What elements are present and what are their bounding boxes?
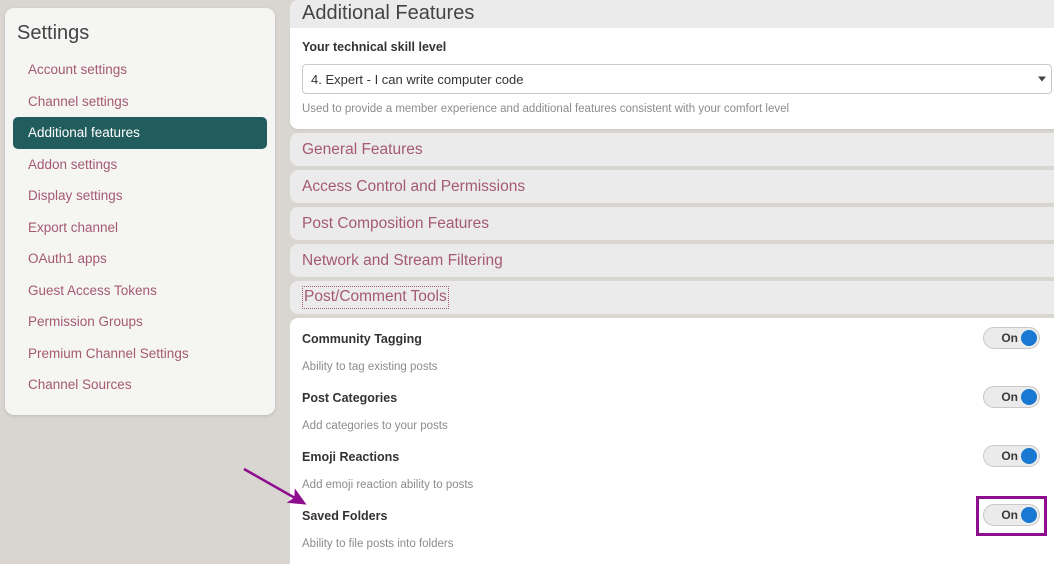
sidebar-item-channel-settings[interactable]: Channel settings [13,86,267,118]
sidebar-item-label: OAuth1 apps [28,251,107,267]
feature-name: Emoji Reactions [302,450,400,464]
feature-toggle-switch[interactable]: On [983,327,1040,349]
sidebar-item-label: Additional features [28,125,140,141]
sidebar-item-display-settings[interactable]: Display settings [13,180,267,212]
section-bar-post-comment-tools[interactable]: Post/Comment Tools [290,281,1054,314]
sidebar-item-permission-groups[interactable]: Permission Groups [13,306,267,338]
section-bar-label: Post/Comment Tools [302,286,449,309]
feature-row: Emoji Reactions Add emoji reaction abilit… [302,445,1052,505]
section-bar-general-features[interactable]: General Features [290,133,1054,166]
sidebar-item-label: Premium Channel Settings [28,345,189,361]
sidebar-item-label: Channel settings [28,93,129,109]
sidebar-item-label: Channel Sources [28,377,132,393]
feature-name: Post Categories [302,391,398,405]
sidebar-item-label: Permission Groups [28,314,143,330]
sidebar-item-premium-channel-settings[interactable]: Premium Channel Settings [13,338,267,370]
toggle-knob-icon [1021,330,1037,346]
toggle-knob-icon [1021,448,1037,464]
feature-row: Post Categories Add categories to your po… [302,386,1052,446]
feature-description: Ability to tag existing posts [302,361,438,373]
sidebar-item-label: Guest Access Tokens [28,282,157,298]
section-bar-post-composition-features[interactable]: Post Composition Features [290,207,1054,240]
feature-toggle-switch[interactable]: On [983,504,1040,526]
sidebar-item-label: Export channel [28,219,119,235]
sidebar-item-guest-access-tokens[interactable]: Guest Access Tokens [13,275,267,307]
feature-description: Add categories to your posts [302,420,448,432]
toggle-state-label: On [1001,390,1018,404]
section-bar-label: General Features [302,140,423,158]
sidebar-item-label: Account settings [28,62,128,77]
page-title: Additional Features [302,2,475,24]
sidebar-item-addon-settings[interactable]: Addon settings [13,149,267,181]
toggle-state-label: On [1001,508,1018,522]
feature-toggle-switch[interactable]: On [983,445,1040,467]
feature-section-accordion: General Features Access Control and Permi… [290,133,1054,314]
sidebar-item-label: Display settings [28,188,123,204]
skill-level-select-wrapper: 1. Beginner - I am not very comfortable … [302,64,1052,94]
sidebar-item-oauth1-apps[interactable]: OAuth1 apps [13,243,267,275]
sidebar-item-export-channel[interactable]: Export channel [13,212,267,244]
sidebar-item-label: Addon settings [28,156,118,172]
toggle-state-label: On [1001,331,1018,345]
feature-toggle-list: Community Tagging Ability to tag existing… [290,318,1054,564]
skill-level-label: Your technical skill level [302,40,447,54]
sidebar-item-account-settings[interactable]: Account settings [13,54,267,86]
section-bar-access-control-and-permissions[interactable]: Access Control and Permissions [290,170,1054,203]
sidebar-item-list: Account settings Channel settings Addition… [5,54,275,401]
sidebar-item-channel-sources[interactable]: Channel Sources [13,369,267,401]
feature-toggle-switch[interactable]: On [983,386,1040,408]
sidebar-item-additional-features[interactable]: Additional features [13,117,267,149]
skill-level-help-text: Used to provide a member experience and … [302,103,790,115]
feature-description: Ability to file posts into folders [302,538,454,550]
section-bar-label: Post Composition Features [302,214,489,232]
section-bar-label: Access Control and Permissions [302,177,526,195]
toggle-knob-icon [1021,507,1037,523]
feature-row: Community Tagging Ability to tag existing… [302,327,1052,387]
section-bar-label: Network and Stream Filtering [302,251,503,269]
main-content: Additional Features Your technical skill… [290,0,1054,564]
toggle-knob-icon [1021,389,1037,405]
settings-sidebar: Settings Account settings Channel setting… [5,8,275,415]
feature-name: Community Tagging [302,332,422,346]
feature-row: Saved Folders Ability to file posts into … [302,496,1052,564]
sidebar-title: Settings [17,22,90,44]
page-header: Additional Features [290,0,1054,28]
section-bar-network-and-stream-filtering[interactable]: Network and Stream Filtering [290,244,1054,277]
toggle-state-label: On [1001,449,1018,463]
skill-level-card: Your technical skill level 1. Beginner -… [290,28,1054,129]
feature-description: Add emoji reaction ability to posts [302,479,474,491]
feature-name: Saved Folders [302,509,388,523]
skill-level-select[interactable]: 1. Beginner - I am not very comfortable … [302,64,1052,94]
